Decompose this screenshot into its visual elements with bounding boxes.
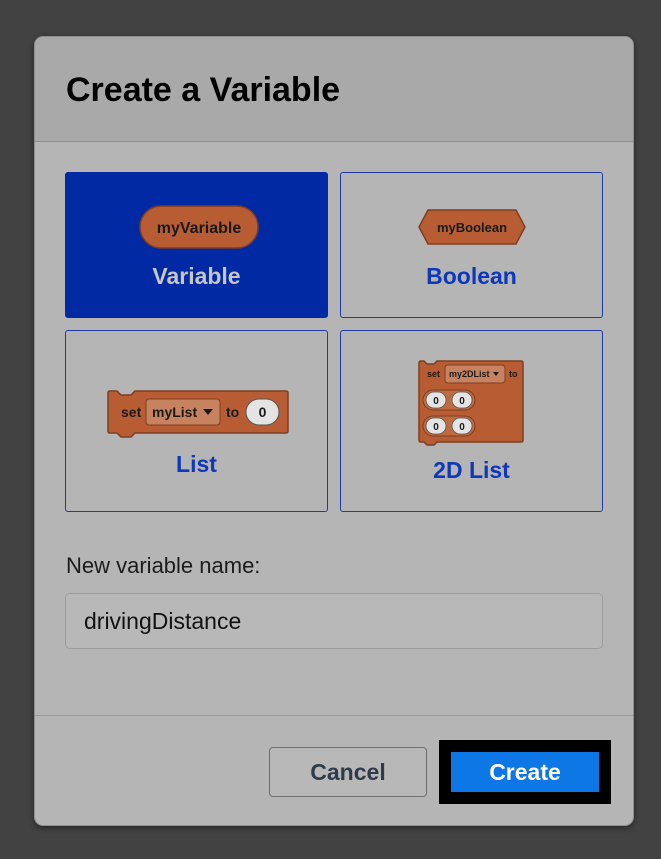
list-block-to: to	[226, 404, 239, 420]
create-variable-dialog: Create a Variable myVariable Variable my…	[34, 36, 634, 826]
list-block-value: 0	[259, 404, 267, 420]
2d-list-block: set my2DList to 0 0 0 0	[418, 360, 524, 446]
boolean-type-card[interactable]: myBoolean Boolean	[340, 172, 603, 318]
2d-list-type-label: 2D List	[433, 457, 510, 483]
2d-list-cell: 0	[459, 422, 465, 433]
variable-block-text: myVariable	[157, 220, 242, 237]
2d-list-cell: 0	[433, 396, 439, 407]
list-type-label: List	[176, 451, 217, 477]
boolean-block: myBoolean	[418, 209, 526, 245]
dialog-header: Create a Variable	[35, 37, 633, 142]
list-block-set: set	[121, 404, 142, 420]
create-button-focus-outline: Create	[439, 740, 611, 804]
variable-name-input[interactable]: drivingDistance	[65, 593, 603, 649]
2d-list-cell: 0	[433, 422, 439, 433]
variable-block: myVariable	[139, 205, 259, 249]
list-block: set myList to 0	[107, 390, 289, 438]
2d-list-block-to: to	[509, 369, 518, 379]
dialog-title: Create a Variable	[66, 71, 341, 109]
create-button[interactable]: Create	[451, 752, 599, 792]
boolean-block-text: myBoolean	[437, 220, 507, 235]
variable-type-label: Variable	[152, 263, 241, 289]
boolean-type-label: Boolean	[426, 263, 517, 289]
2d-list-cell: 0	[459, 396, 465, 407]
2d-list-type-card[interactable]: set my2DList to 0 0 0 0 2D List	[340, 330, 603, 512]
list-block-name: myList	[152, 404, 197, 420]
variable-type-card[interactable]: myVariable Variable	[65, 172, 328, 318]
2d-list-block-name: my2DList	[449, 369, 490, 379]
cancel-button[interactable]: Cancel	[269, 747, 427, 797]
list-type-card[interactable]: set myList to 0 List	[65, 330, 328, 512]
dialog-footer: Cancel Create	[35, 715, 633, 825]
2d-list-block-set: set	[427, 369, 440, 379]
variable-name-label: New variable name:	[66, 553, 261, 578]
